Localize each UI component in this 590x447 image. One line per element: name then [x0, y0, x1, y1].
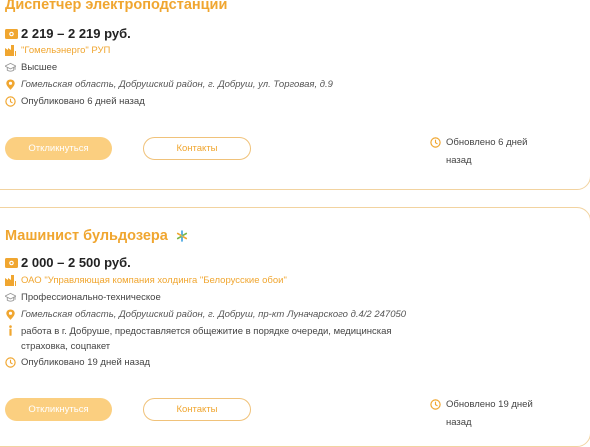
money-icon — [5, 258, 18, 268]
address-text: Гомельская область, Добрушский район, г.… — [21, 79, 333, 90]
updated-text: Обновлено 6 дней назад — [446, 137, 528, 166]
info-text: работа в г. Добруше, предоставляется общ… — [21, 326, 392, 352]
clock-icon — [430, 137, 441, 148]
education-level: Профессионально-техническое — [21, 292, 161, 303]
education-icon — [5, 62, 16, 73]
contacts-button[interactable]: Контакты — [143, 398, 251, 421]
updated: Обновлено 6 дней назад — [430, 134, 550, 170]
clock-icon — [430, 399, 441, 410]
vacancy-card: Машинист бульдозера 2 000 – 2 500 руб. О… — [0, 207, 590, 447]
published-text: Опубликовано 19 дней назад — [21, 357, 151, 368]
education: Высшее — [5, 62, 57, 73]
company: "Гомельэнерго" РУП — [5, 45, 110, 56]
published: Опубликовано 19 дней назад — [5, 357, 150, 368]
salary: 2 000 – 2 500 руб. — [5, 255, 131, 270]
education-icon — [5, 292, 16, 303]
info-icon — [5, 325, 16, 336]
location-icon — [5, 79, 16, 90]
vacancy-title-row: Машинист бульдозера — [5, 228, 188, 244]
salary-range: 2 000 – 2 500 руб. — [21, 255, 131, 270]
address-text: Гомельская область, Добрушский район, г.… — [21, 309, 407, 320]
additional-info: работа в г. Добруше, предоставляется общ… — [5, 324, 416, 354]
money-icon — [5, 29, 18, 39]
salary: 2 219 – 2 219 руб. — [5, 26, 131, 41]
clock-icon — [5, 357, 16, 368]
vacancy-title[interactable]: Диспетчер электроподстанции — [5, 0, 227, 13]
contacts-button[interactable]: Контакты — [143, 137, 251, 160]
address: Гомельская область, Добрушский район, г.… — [5, 79, 333, 90]
education-level: Высшее — [21, 62, 58, 73]
published-text: Опубликовано 6 дней назад — [21, 96, 145, 107]
vacancy-card: Диспетчер электроподстанции 2 219 – 2 21… — [0, 0, 590, 190]
location-icon — [5, 309, 16, 320]
published: Опубликовано 6 дней назад — [5, 96, 145, 107]
apply-button[interactable]: Откликнуться — [5, 137, 112, 160]
company-name[interactable]: ОАО "Управляющая компания холдинга "Бело… — [21, 275, 287, 286]
education: Профессионально-техническое — [5, 292, 161, 303]
company: ОАО "Управляющая компания холдинга "Бело… — [5, 275, 287, 286]
company-icon — [5, 275, 16, 286]
clock-icon — [5, 96, 16, 107]
address: Гомельская область, Добрушский район, г.… — [5, 309, 406, 320]
vacancy-title[interactable]: Машинист бульдозера — [5, 228, 168, 244]
salary-range: 2 219 – 2 219 руб. — [21, 26, 131, 41]
star-badge-icon — [176, 230, 187, 242]
company-icon — [5, 45, 16, 56]
apply-button[interactable]: Откликнуться — [5, 398, 112, 421]
company-name[interactable]: "Гомельэнерго" РУП — [21, 45, 110, 56]
